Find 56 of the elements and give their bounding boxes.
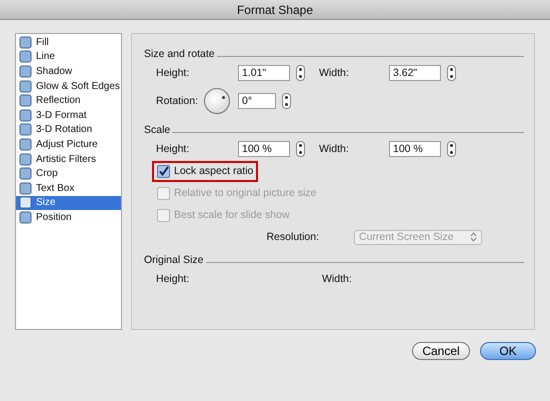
sidebar-item[interactable]: 3-D Rotation <box>16 122 121 138</box>
category-icon <box>19 123 32 136</box>
updown-arrows-icon <box>470 232 477 242</box>
section-title: Size and rotate <box>144 48 215 60</box>
stepper[interactable] <box>447 65 456 81</box>
sidebar-item[interactable]: Shadow <box>16 64 121 79</box>
category-icon <box>19 108 32 122</box>
category-icon <box>19 36 32 49</box>
category-icon <box>19 196 32 210</box>
stepper[interactable] <box>296 65 305 81</box>
width-field[interactable]: 3.62" <box>389 65 441 81</box>
field-label: Width: <box>322 273 353 285</box>
sidebar-item[interactable]: Glow & Soft Edges <box>16 78 121 94</box>
rotation-knob[interactable] <box>204 88 230 114</box>
category-icon <box>19 210 32 224</box>
sidebar-item[interactable]: Size <box>16 196 121 210</box>
checkbox-label: Relative to original picture size <box>174 187 316 199</box>
field-label: Resolution: <box>265 231 319 243</box>
sidebar-item[interactable]: Reflection <box>16 93 121 108</box>
stepper[interactable] <box>282 93 291 109</box>
stepper[interactable] <box>447 141 456 157</box>
category-icon <box>19 152 32 166</box>
field-label: Width: <box>319 67 350 79</box>
window-title: Format Shape <box>236 2 314 16</box>
field-label: Height: <box>156 67 190 79</box>
category-icon <box>19 182 32 195</box>
category-icon <box>19 64 32 78</box>
field-label: Rotation: <box>156 95 200 107</box>
height-field[interactable]: 1.01" <box>238 65 290 81</box>
field-label: Height: <box>156 143 190 155</box>
section-title: Original Size <box>144 254 204 266</box>
sidebar-item[interactable]: Text Box <box>16 180 121 196</box>
stepper[interactable] <box>296 141 305 157</box>
checkbox-label: Lock aspect ratio <box>174 165 254 177</box>
category-icon <box>19 138 32 151</box>
category-icon <box>19 50 32 64</box>
sidebar-item[interactable]: Position <box>16 210 121 225</box>
category-icon <box>19 80 32 93</box>
sidebar-item[interactable]: 3-D Format <box>16 108 121 123</box>
category-icon <box>19 167 32 180</box>
sidebar-item[interactable]: Artistic Filters <box>16 152 121 166</box>
sidebar-item[interactable]: Fill <box>16 35 121 50</box>
sidebar-item[interactable]: Adjust Picture <box>16 137 121 152</box>
checkbox[interactable] <box>157 164 170 178</box>
field-label: Width: <box>319 143 350 155</box>
width-field[interactable]: 100 % <box>389 141 441 157</box>
field-label: Height: <box>156 273 190 285</box>
category-icon <box>19 94 32 108</box>
sidebar-item[interactable]: Crop <box>16 166 121 181</box>
cancel-button[interactable]: Cancel <box>412 342 470 360</box>
section-title: Scale <box>144 124 170 136</box>
checkbox-label: Best scale for slide show <box>174 209 290 221</box>
ok-button[interactable]: OK <box>480 342 536 360</box>
rotation-field[interactable]: 0° <box>238 93 276 109</box>
sidebar-item[interactable]: Line <box>16 50 121 64</box>
height-field[interactable]: 100 % <box>238 141 290 157</box>
